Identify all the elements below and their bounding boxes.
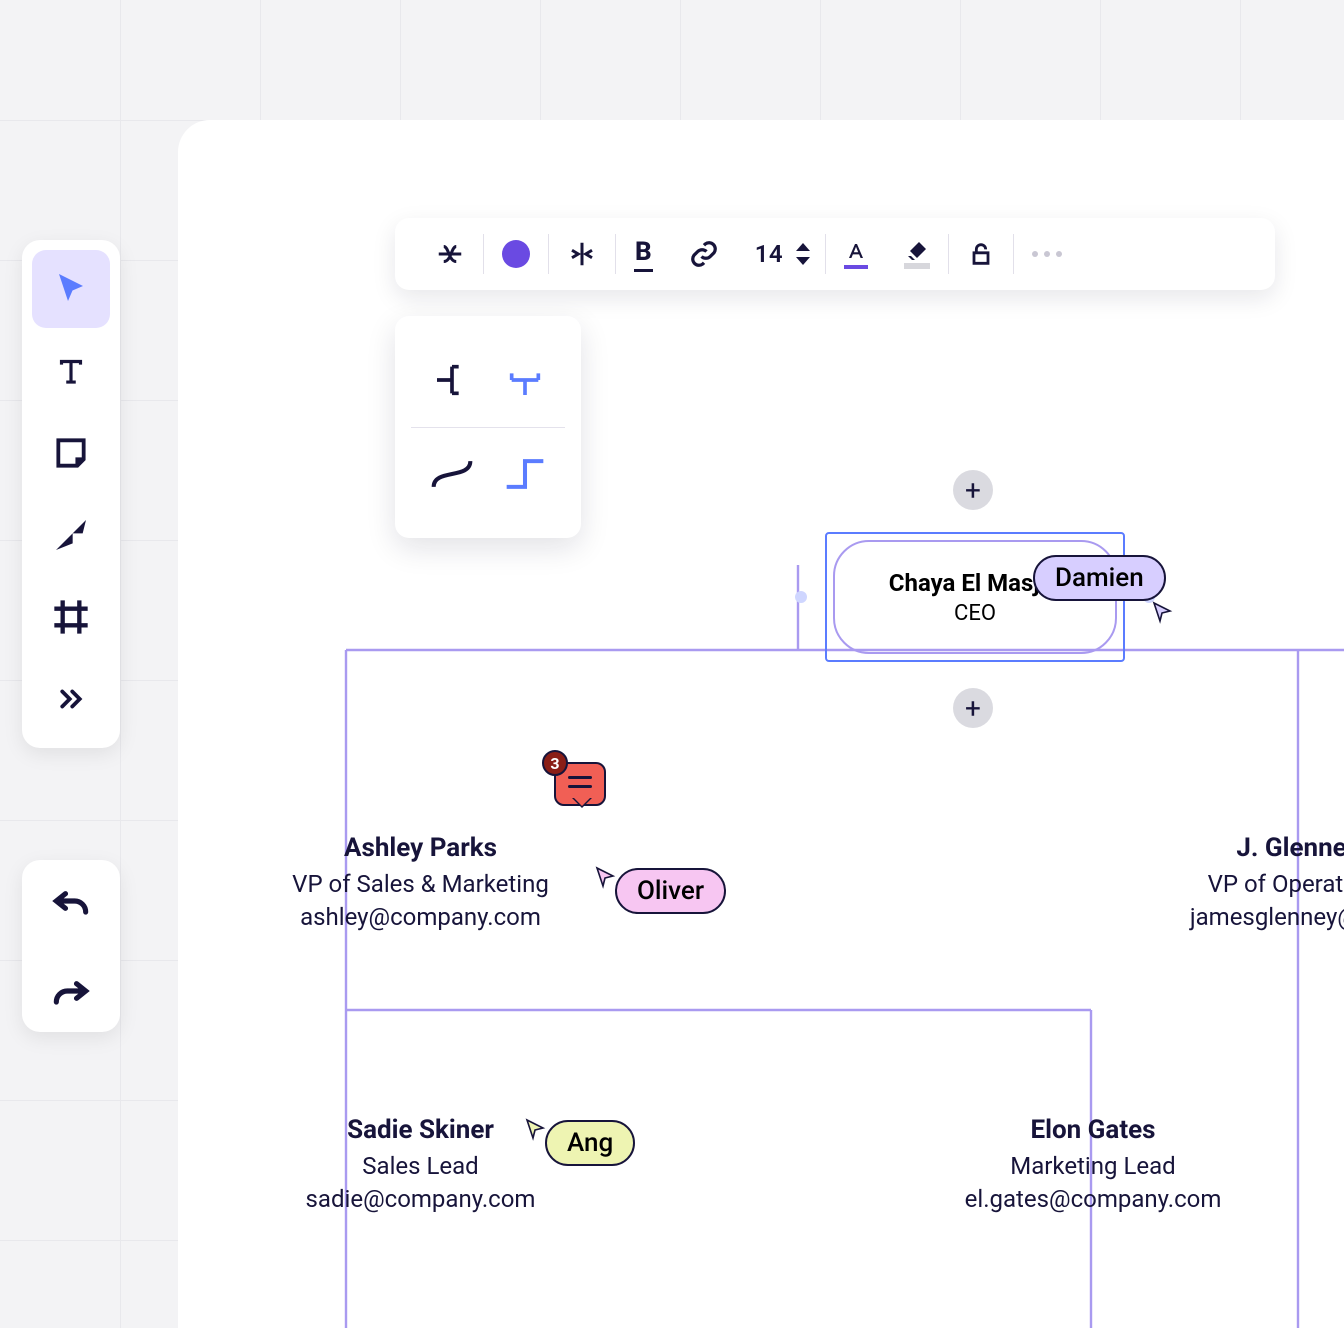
highlight-button[interactable] [886,218,948,290]
branch-top-icon [505,360,545,400]
node-name: Elon Gates [913,1115,1273,1146]
node-role: Marketing Lead [913,1150,1273,1182]
chevron-double-right-icon [56,684,86,714]
chevron-up-icon [795,241,811,253]
font-size-display: 14 [737,218,795,290]
select-tool[interactable] [32,250,110,328]
org-node-vp-ops[interactable]: J. Glenney VP of Operations jamesglenney… [1138,833,1344,933]
align-center-icon [567,239,597,269]
text-color-icon [844,240,868,269]
cursor-pointer-icon [593,866,617,890]
arrow-icon [51,515,91,555]
frame-icon [51,597,91,637]
curve-icon [430,456,474,492]
link-button[interactable] [671,218,737,290]
comment-icon [568,776,592,792]
frame-tool[interactable] [32,578,110,656]
link-icon [689,239,719,269]
line-style-top-branch[interactable] [488,338,561,423]
tool-palette [22,240,120,748]
org-node-marketing-lead[interactable]: Elon Gates Marketing Lead el.gates@compa… [913,1115,1273,1215]
line-style-left-branch[interactable] [415,338,488,423]
add-node-top[interactable]: + [953,470,993,510]
text-tool[interactable] [32,332,110,410]
text-color-button[interactable] [826,218,886,290]
cursor-icon [53,271,89,307]
org-node-vp-sales[interactable]: Ashley Parks VP of Sales & Marketing ash… [218,833,623,933]
node-email: ashley@company.com [218,901,623,933]
undo-icon [49,879,93,923]
node-role: VP of Sales & Marketing [218,868,623,900]
font-size-stepper[interactable] [795,218,825,290]
step-icon [503,456,547,492]
line-style-popover [395,316,581,538]
more-icon [1032,251,1062,257]
more-tools[interactable] [32,660,110,738]
font-size-value: 14 [747,240,791,268]
more-options-button[interactable] [1014,218,1080,290]
node-email: el.gates@company.com [913,1183,1273,1215]
redo-button[interactable] [48,968,94,1014]
cursor-pointer-icon [523,1118,547,1142]
fill-color-button[interactable] [484,218,548,290]
collaborator-name: Oliver [615,868,726,914]
add-node-bottom[interactable]: + [953,688,993,728]
collaborator-cursor-oliver: Oliver [593,868,726,914]
sticky-note-tool[interactable] [32,414,110,492]
format-toolbar: B 14 [395,218,1275,290]
history-panel [22,860,120,1032]
collaborator-cursor-ang: Ang [523,1120,635,1166]
node-role: VP of Operations [1138,868,1344,900]
color-swatch-icon [502,240,530,268]
text-icon [52,352,90,390]
undo-button[interactable] [48,878,94,924]
comment-thread[interactable]: 3 [554,762,606,806]
cursor-pointer-icon [1150,601,1174,625]
node-role: CEO [954,601,996,626]
align-button[interactable] [549,218,615,290]
selection-handle-left[interactable] [795,591,807,603]
arrow-tool[interactable] [32,496,110,574]
collaborator-name: Damien [1033,555,1166,601]
unlock-icon [967,240,995,268]
bold-icon: B [634,237,653,272]
collaborator-cursor-damien: Damien [1033,555,1166,601]
node-email: sadie@company.com [218,1183,623,1215]
chevron-down-icon [795,255,811,267]
branch-left-icon [432,360,472,400]
bold-button[interactable]: B [616,218,671,290]
highlight-icon [904,239,930,269]
collaborator-name: Ang [545,1120,635,1166]
sticky-note-icon [52,434,90,472]
node-name: J. Glenney [1138,833,1344,864]
comment-count-badge: 3 [542,750,568,776]
node-email: jamesglenney@com [1138,901,1344,933]
lock-button[interactable] [949,218,1013,290]
node-name: Ashley Parks [218,833,623,864]
line-style-button[interactable] [417,218,483,290]
redo-icon [49,969,93,1013]
line-style-curved[interactable] [415,432,488,517]
workspace[interactable]: Chaya El Masjar CEO + + Ashley Parks VP … [178,120,1344,1328]
line-style-stepped[interactable] [488,432,561,517]
line-cross-icon [435,239,465,269]
